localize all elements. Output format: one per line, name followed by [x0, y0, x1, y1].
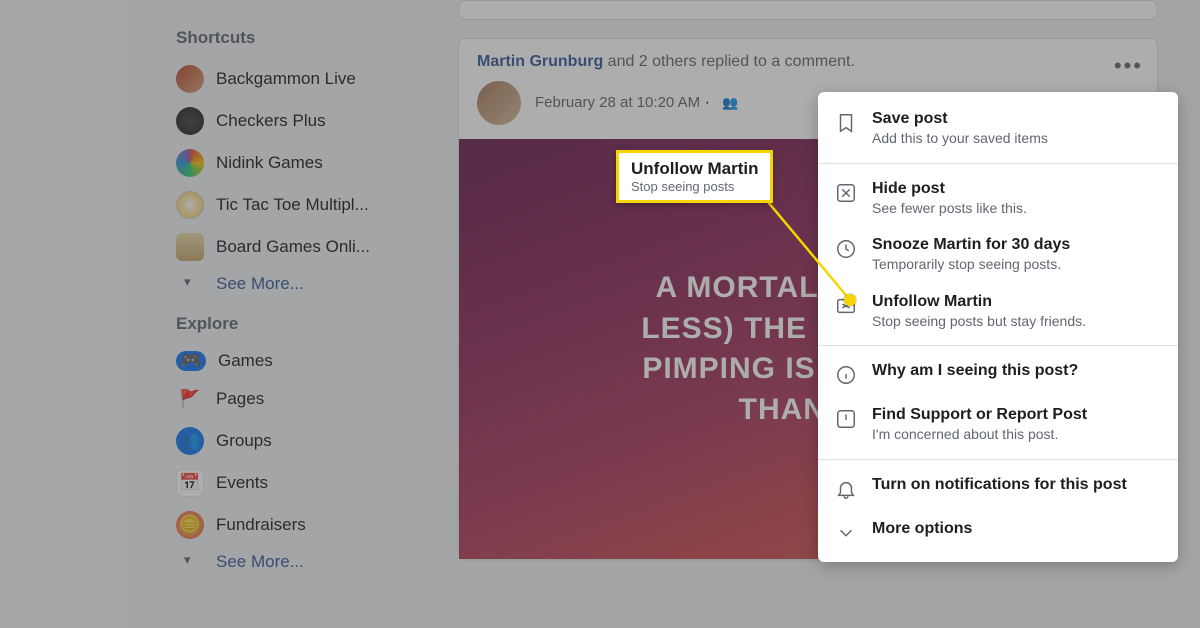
- app-icon: [176, 149, 204, 177]
- sidebar-item-boardgames[interactable]: Board Games Onli...: [160, 226, 420, 268]
- sidebar-item-label: Fundraisers: [216, 515, 306, 535]
- fundraisers-icon: 🪙: [176, 511, 204, 539]
- sidebar-item-nidink[interactable]: Nidink Games: [160, 142, 420, 184]
- explore-heading: Explore: [176, 314, 420, 334]
- bell-icon: [834, 477, 858, 501]
- app-icon: [176, 107, 204, 135]
- privacy-icon[interactable]: 👥: [722, 95, 738, 111]
- menu-item-subtitle: Temporarily stop seeing posts.: [872, 256, 1162, 274]
- menu-item-subtitle: Stop seeing posts but stay friends.: [872, 313, 1162, 331]
- chevron-down-icon: [834, 521, 858, 545]
- menu-save-post[interactable]: Save postAdd this to your saved items: [818, 100, 1178, 157]
- sidebar-item-label: Backgammon Live: [216, 69, 356, 89]
- sidebar-item-tictactoe[interactable]: Tic Tac Toe Multipl...: [160, 184, 420, 226]
- app-icon: [176, 65, 204, 93]
- sidebar-item-label: Nidink Games: [216, 153, 323, 173]
- sidebar-item-backgammon[interactable]: Backgammon Live: [160, 58, 420, 100]
- callout-title: Unfollow Martin: [631, 159, 758, 179]
- reply-author-link[interactable]: Martin Grunburg: [477, 53, 603, 70]
- menu-item-title: Hide post: [872, 179, 1162, 199]
- menu-item-subtitle: Add this to your saved items: [872, 130, 1162, 148]
- menu-item-title: Turn on notifications for this post: [872, 475, 1162, 495]
- sidebar-item-pages[interactable]: 🚩 Pages: [160, 378, 420, 420]
- post-timestamp[interactable]: February 28 at 10:20 AM: [535, 94, 700, 111]
- sidebar-item-events[interactable]: 📅 Events: [160, 462, 420, 504]
- menu-report[interactable]: Find Support or Report PostI'm concerned…: [818, 396, 1178, 453]
- post-header: Martin Grunburg and 2 others replied to …: [459, 39, 1157, 81]
- app-icon: [176, 233, 204, 261]
- menu-separator: [818, 459, 1178, 460]
- pages-icon: 🚩: [176, 385, 204, 413]
- x-box-icon: [834, 181, 858, 205]
- sidebar-item-label: Groups: [216, 431, 272, 451]
- menu-unfollow[interactable]: Unfollow MartinStop seeing posts but sta…: [818, 283, 1178, 340]
- reply-line: Martin Grunburg and 2 others replied to …: [477, 53, 1139, 71]
- menu-item-title: More options: [872, 519, 1162, 539]
- left-sidebar: Shortcuts Backgammon Live Checkers Plus …: [160, 0, 420, 578]
- menu-item-title: Why am I seeing this post?: [872, 361, 1162, 381]
- menu-item-title: Save post: [872, 109, 1162, 129]
- sidebar-item-label: Games: [218, 351, 273, 371]
- sidebar-item-label: Pages: [216, 389, 264, 409]
- timestamp-dot: ·: [705, 94, 715, 111]
- menu-separator: [818, 163, 1178, 164]
- menu-item-subtitle: I'm concerned about this post.: [872, 426, 1162, 444]
- annotation-callout: Unfollow Martin Stop seeing posts: [616, 150, 773, 203]
- menu-snooze[interactable]: Snooze Martin for 30 daysTemporarily sto…: [818, 226, 1178, 283]
- menu-item-subtitle: See fewer posts like this.: [872, 200, 1162, 218]
- menu-separator: [818, 345, 1178, 346]
- composer-stub[interactable]: [458, 0, 1158, 20]
- bookmark-icon: [834, 111, 858, 135]
- alert-icon: [834, 407, 858, 431]
- menu-item-title: Find Support or Report Post: [872, 405, 1162, 425]
- menu-more-options[interactable]: More options: [818, 510, 1178, 554]
- menu-item-title: Unfollow Martin: [872, 292, 1162, 312]
- sidebar-item-label: Checkers Plus: [216, 111, 326, 131]
- callout-subtitle: Stop seeing posts: [631, 179, 758, 194]
- sidebar-item-label: Tic Tac Toe Multipl...: [216, 195, 369, 215]
- author-avatar[interactable]: [477, 81, 521, 125]
- sidebar-item-checkers[interactable]: Checkers Plus: [160, 100, 420, 142]
- menu-why-seeing[interactable]: Why am I seeing this post?: [818, 352, 1178, 396]
- see-more-explore[interactable]: See More...: [160, 546, 420, 578]
- app-icon: [176, 191, 204, 219]
- annotation-arrow-dot: [844, 294, 856, 306]
- reply-rest: and 2 others replied to a comment.: [603, 53, 855, 70]
- sidebar-item-fundraisers[interactable]: 🪙 Fundraisers: [160, 504, 420, 546]
- sidebar-item-groups[interactable]: 👥 Groups: [160, 420, 420, 462]
- clock-icon: [834, 237, 858, 261]
- menu-notifications[interactable]: Turn on notifications for this post: [818, 466, 1178, 510]
- menu-hide-post[interactable]: Hide postSee fewer posts like this.: [818, 170, 1178, 227]
- post-options-menu: Save postAdd this to your saved items Hi…: [818, 92, 1178, 562]
- menu-item-title: Snooze Martin for 30 days: [872, 235, 1162, 255]
- sidebar-item-label: Board Games Onli...: [216, 237, 370, 257]
- groups-icon: 👥: [176, 427, 204, 455]
- games-icon: 🎮: [176, 351, 206, 371]
- sidebar-item-games[interactable]: 🎮 Games: [160, 344, 420, 378]
- shortcuts-heading: Shortcuts: [176, 28, 420, 48]
- sidebar-item-label: Events: [216, 473, 268, 493]
- info-icon: [834, 363, 858, 387]
- events-icon: 📅: [176, 469, 204, 497]
- see-more-shortcuts[interactable]: See More...: [160, 268, 420, 300]
- post-options-button[interactable]: •••: [1114, 53, 1143, 79]
